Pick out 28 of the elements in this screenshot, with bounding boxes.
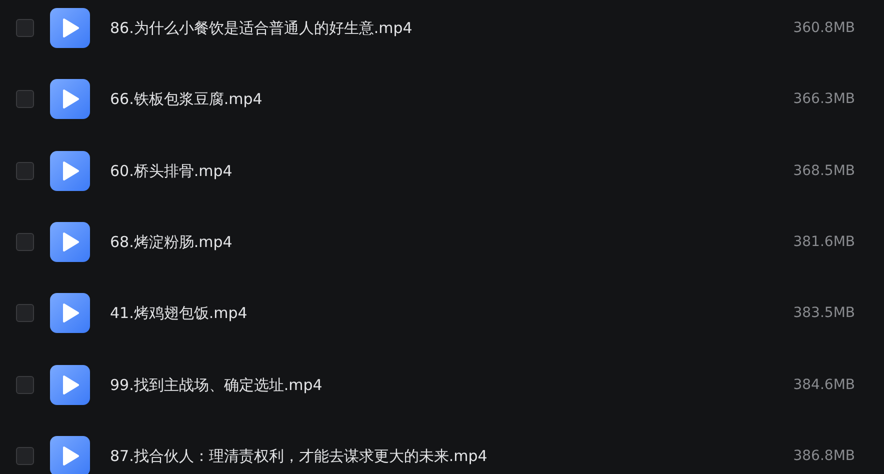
checkbox[interactable] (16, 376, 34, 394)
file-name[interactable]: 68.烤淀粉肠.mp4 (110, 222, 794, 262)
checkbox[interactable] (16, 19, 34, 37)
checkbox[interactable] (16, 90, 34, 108)
video-file-icon (50, 79, 90, 120)
checkbox[interactable] (16, 162, 34, 180)
video-file-icon (50, 436, 90, 474)
video-file-icon (50, 222, 90, 262)
file-name[interactable]: 86.为什么小餐饮是适合普通人的好生意.mp4 (110, 8, 794, 48)
file-size: 368.5MB (793, 162, 855, 181)
video-file-icon (50, 150, 90, 191)
file-name[interactable]: 99.找到主战场、确定选址.mp4 (110, 364, 794, 405)
file-name[interactable]: 66.铁板包浆豆腐.mp4 (110, 79, 794, 120)
file-name[interactable]: 87.找合伙人：理清责权利，才能去谋求更大的未来.mp4 (110, 436, 794, 474)
file-name[interactable]: 41.烤鸡翅包饭.mp4 (110, 293, 794, 334)
file-size: 386.8MB (793, 446, 855, 466)
file-size: 360.8MB (793, 19, 855, 38)
file-size: 383.5MB (793, 304, 855, 324)
checkbox[interactable] (16, 304, 34, 322)
video-file-icon (50, 293, 90, 334)
file-size: 366.3MB (793, 90, 855, 110)
checkbox[interactable] (16, 232, 34, 251)
video-file-icon (50, 8, 90, 48)
video-file-icon (50, 364, 90, 405)
file-size: 384.6MB (793, 376, 855, 395)
checkbox[interactable] (16, 446, 34, 465)
file-size: 381.6MB (793, 232, 855, 252)
file-name[interactable]: 60.桥头排骨.mp4 (110, 150, 794, 191)
